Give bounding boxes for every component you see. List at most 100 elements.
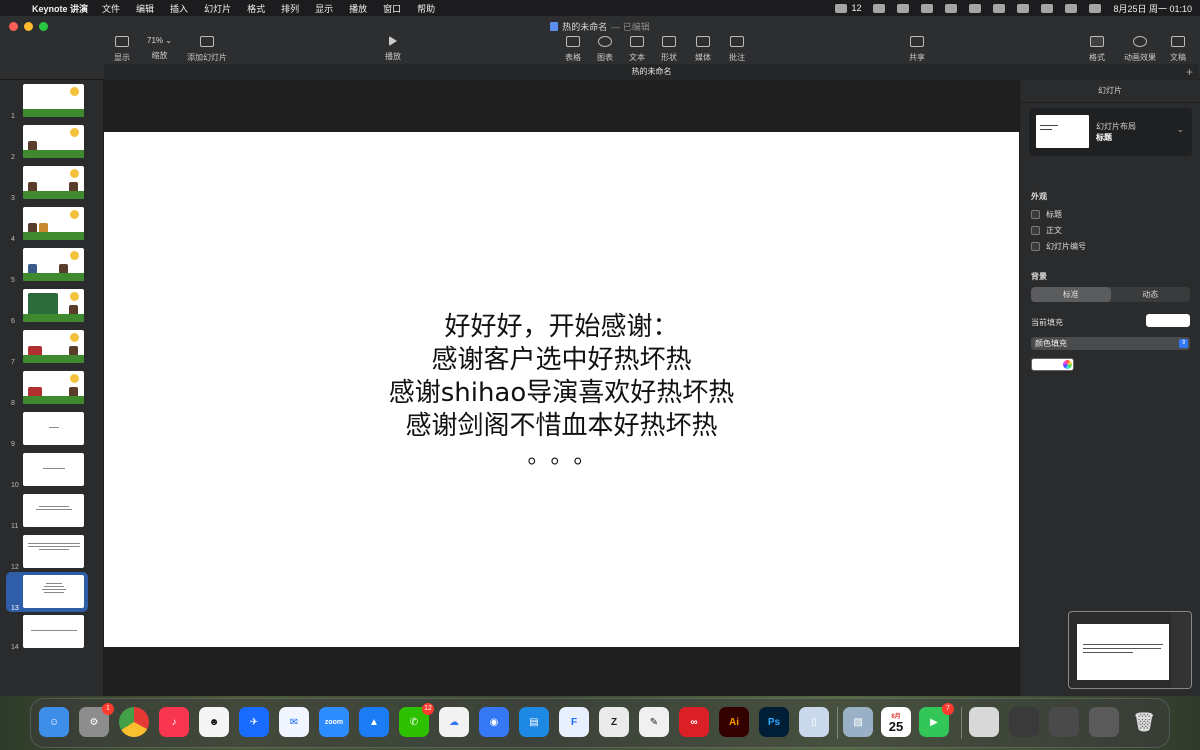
pen-app-icon[interactable]: ✎ (639, 707, 669, 737)
battery-icon[interactable] (969, 3, 982, 13)
app-menu[interactable]: Keynote 讲演 (32, 2, 88, 15)
menubar-clock[interactable]: 8月25日 周一 01:10 (1113, 2, 1192, 15)
tencent-meeting-icon[interactable]: ▲ (359, 707, 389, 737)
document-button[interactable]: 文稿 (1170, 36, 1186, 63)
slide-text-line-2[interactable]: 感谢客户选中好热坏热 (431, 344, 691, 377)
slide-thumbnail-4[interactable]: 4 (0, 205, 104, 243)
slide-thumbnail-3[interactable]: 3 (0, 164, 104, 202)
music-icon[interactable]: ♪ (159, 707, 189, 737)
fill-type-select[interactable]: 颜色填充 ⇕ (1031, 337, 1190, 350)
text-button[interactable]: 文本 (629, 36, 645, 63)
window-toolbar: 热的未命名— 已编辑 显示 71% ⌄ 缩放 添加幻灯片 播放 表格 图表 文 (0, 16, 1200, 80)
feishu-icon[interactable]: ✈ (239, 707, 269, 737)
baidu-netdisk-icon[interactable]: ☁ (439, 707, 469, 737)
wifi-icon[interactable] (1017, 3, 1030, 13)
menu-help[interactable]: 帮助 (417, 2, 435, 15)
trash-icon[interactable]: 🗑 (1129, 707, 1159, 737)
chrome-icon[interactable] (119, 707, 149, 737)
slide-thumbnail-12[interactable]: 12 (0, 533, 104, 571)
tab-standard[interactable]: 标准 (1031, 287, 1111, 302)
add-slide-button[interactable]: 添加幻灯片 (187, 36, 227, 63)
fliki-icon[interactable]: F (559, 707, 589, 737)
slide-thumbnail-10[interactable]: 10 (0, 451, 104, 489)
slide-thumbnail-6[interactable]: 6 (0, 287, 104, 325)
wechat-status-icon[interactable] (835, 3, 848, 13)
body-checkbox[interactable]: 正文 (1031, 225, 1062, 236)
illustrator-icon[interactable]: Ai (719, 707, 749, 737)
menu-arrange[interactable]: 排列 (281, 2, 299, 15)
system-settings-icon[interactable]: ⚙ 1 (79, 703, 114, 737)
recent-window-icon[interactable] (1009, 707, 1039, 737)
preview-app-icon[interactable]: ▧ (843, 707, 873, 737)
animate-button[interactable]: 动画效果 (1124, 36, 1156, 63)
control-center-icon[interactable] (1065, 3, 1078, 13)
zoom-button[interactable]: 71% ⌄ 缩放 (145, 36, 174, 61)
slide-thumbnail-7[interactable]: 7 (0, 328, 104, 366)
pen-status-icon[interactable] (897, 3, 910, 13)
wechat-icon[interactable]: ✆ 12 (399, 703, 434, 737)
document-name[interactable]: 热的未命名 (562, 22, 607, 32)
color-wheel-icon[interactable] (1063, 360, 1072, 369)
menu-play[interactable]: 播放 (349, 2, 367, 15)
lark-docs-icon[interactable]: ✉ (279, 707, 309, 737)
zoom-app-icon[interactable]: zoom (319, 707, 349, 737)
media-button[interactable]: 媒体 (695, 36, 711, 63)
slide-text-line-3[interactable]: 感谢shihao导演喜欢好热坏热 (389, 377, 735, 410)
menu-edit[interactable]: 编辑 (136, 2, 154, 15)
recent-document-icon[interactable] (969, 707, 999, 737)
siri-icon[interactable] (1089, 3, 1102, 13)
slide-thumbnail-14[interactable]: 14 (0, 613, 104, 651)
zoom-label: 缩放 (151, 51, 168, 60)
slide-thumbnail-1[interactable]: 1 (0, 82, 104, 120)
slide-thumbnail-8[interactable]: 8 (0, 369, 104, 407)
facetime-icon[interactable]: ▶ 7 (919, 703, 954, 737)
menu-window[interactable]: 窗口 (383, 2, 401, 15)
menu-file[interactable]: 文件 (102, 2, 120, 15)
table-button[interactable]: 表格 (565, 36, 581, 63)
qq-icon[interactable]: ☻ (199, 707, 229, 737)
finder-icon[interactable]: ☺ (39, 707, 69, 737)
bluetooth-icon[interactable] (993, 3, 1006, 13)
recent-ps-window-icon[interactable] (1049, 707, 1079, 737)
slide-thumbnail-13-selected[interactable]: 13 (6, 572, 88, 612)
share-button[interactable]: 共享 (909, 36, 925, 63)
slide-thumbnail-11[interactable]: 11 (0, 492, 104, 530)
record-status-icon[interactable] (921, 3, 934, 13)
comment-button[interactable]: 批注 (729, 36, 745, 63)
keynote-icon[interactable]: ▤ (519, 707, 549, 737)
current-slide[interactable]: 好好好，开始感谢： 感谢客户选中好热坏热 感谢shihao导演喜欢好热坏热 感谢… (104, 132, 1019, 647)
slide-thumbnail-9[interactable]: 9 (0, 410, 104, 448)
slide-text-line-1[interactable]: 好好好，开始感谢： (444, 311, 678, 344)
menu-view[interactable]: 显示 (315, 2, 333, 15)
format-button[interactable]: 格式 (1089, 36, 1105, 63)
chart-button[interactable]: 图表 (597, 36, 613, 63)
slide-layout-picker[interactable]: 幻灯片布局 标题 ⌄ (1029, 108, 1192, 156)
view-button[interactable]: 显示 (114, 36, 130, 63)
dingtalk-icon[interactable]: ◉ (479, 707, 509, 737)
slide-thumbnail-5[interactable]: 5 (0, 246, 104, 284)
search-icon[interactable] (1041, 3, 1054, 13)
iphone-mirroring-icon[interactable]: ▯ (799, 707, 829, 737)
slide-text-line-4[interactable]: 感谢剑阁不惜血本好热坏热 (405, 410, 717, 443)
play-button[interactable]: 播放 (385, 36, 401, 62)
slide-thumbnail-2[interactable]: 2 (0, 123, 104, 161)
shape-button[interactable]: 形状 (661, 36, 677, 63)
tab-dynamic[interactable]: 动态 (1111, 287, 1191, 302)
z-app-icon[interactable]: Z (599, 707, 629, 737)
app-status-icon[interactable] (873, 3, 886, 13)
calendar-icon[interactable]: 8月 25 (881, 707, 911, 737)
document-tab[interactable]: 热的未命名 + (104, 64, 1199, 80)
screenshot-preview[interactable] (1068, 611, 1192, 689)
photoshop-icon[interactable]: Ps (759, 707, 789, 737)
keyboard-status-icon[interactable] (945, 3, 958, 13)
menu-insert[interactable]: 插入 (170, 2, 188, 15)
menu-format[interactable]: 格式 (247, 2, 265, 15)
slide-number-checkbox[interactable]: 幻灯片编号 (1031, 241, 1086, 252)
current-fill-swatch[interactable] (1146, 314, 1190, 327)
menu-slide[interactable]: 幻灯片 (204, 2, 231, 15)
new-tab-icon[interactable]: + (1186, 64, 1193, 80)
creative-cloud-icon[interactable]: ∞ (679, 707, 709, 737)
title-checkbox[interactable]: 标题 (1031, 209, 1062, 220)
recent-keynote-window-icon[interactable] (1089, 707, 1119, 737)
slide-text-dots[interactable]: 。。。 (527, 443, 607, 469)
